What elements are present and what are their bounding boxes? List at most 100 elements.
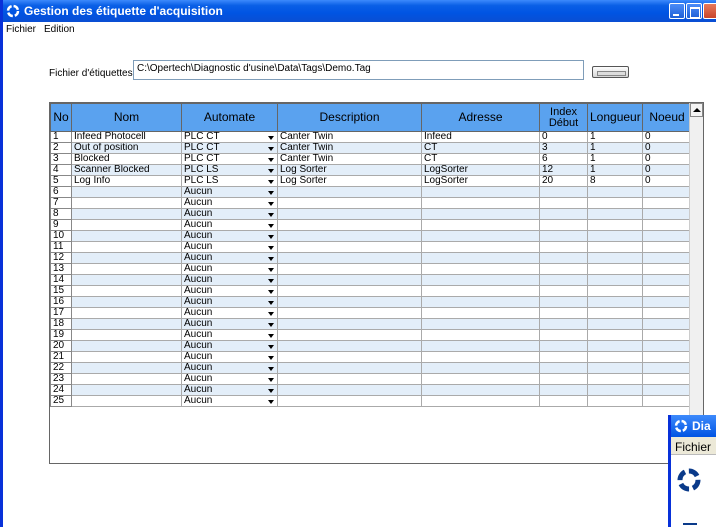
col-automate-cell[interactable]: Aucun: [181, 197, 278, 209]
col-adresse-cell[interactable]: [421, 340, 540, 352]
dropdown-arrow-icon[interactable]: [266, 276, 276, 285]
col-automate-cell[interactable]: PLC LS: [181, 164, 278, 176]
col-adresse-cell[interactable]: [421, 285, 540, 297]
col-nom-cell[interactable]: [71, 285, 182, 297]
col-index-debut-cell[interactable]: [539, 241, 588, 253]
col-no-cell[interactable]: 14: [50, 274, 72, 286]
col-index-debut-cell[interactable]: [539, 395, 588, 407]
dropdown-arrow-icon[interactable]: [266, 133, 276, 142]
col-description-cell[interactable]: [277, 219, 422, 231]
table-row[interactable]: 14 Aucun: [50, 274, 692, 286]
col-description-cell[interactable]: [277, 285, 422, 297]
dropdown-arrow-icon[interactable]: [266, 199, 276, 208]
col-longueur-cell[interactable]: [587, 219, 643, 231]
col-automate-cell[interactable]: Aucun: [181, 263, 278, 275]
col-longueur-cell[interactable]: 1: [587, 142, 643, 154]
col-nom-cell[interactable]: [71, 362, 182, 374]
col-longueur-cell[interactable]: [587, 296, 643, 308]
col-no-cell[interactable]: 2: [50, 142, 72, 154]
col-no-cell[interactable]: 25: [50, 395, 72, 407]
col-noeud-cell[interactable]: [642, 373, 692, 385]
col-automate-cell[interactable]: PLC CT: [181, 142, 278, 154]
table-row[interactable]: 1 Infeed Photocell PLC CT Canter Twin Infeed…: [50, 131, 692, 143]
col-adresse-cell[interactable]: CT: [421, 142, 540, 154]
col-no-cell[interactable]: 22: [50, 362, 72, 374]
col-description-cell[interactable]: [277, 230, 422, 242]
col-noeud-header[interactable]: Noeud: [642, 103, 692, 132]
col-adresse-cell[interactable]: [421, 186, 540, 198]
col-description-cell[interactable]: Canter Twin: [277, 142, 422, 154]
table-row[interactable]: 11 Aucun: [50, 241, 692, 253]
col-description-cell[interactable]: [277, 197, 422, 209]
table-row[interactable]: 24 Aucun: [50, 384, 692, 396]
col-index-debut-cell[interactable]: [539, 219, 588, 231]
col-no-cell[interactable]: 5: [50, 175, 72, 187]
dropdown-arrow-icon[interactable]: [266, 331, 276, 340]
table-row[interactable]: 8 Aucun: [50, 208, 692, 220]
col-longueur-cell[interactable]: 1: [587, 153, 643, 165]
table-row[interactable]: 18 Aucun: [50, 318, 692, 330]
col-adresse-cell[interactable]: [421, 307, 540, 319]
col-noeud-cell[interactable]: [642, 296, 692, 308]
dropdown-arrow-icon[interactable]: [266, 166, 276, 175]
col-description-cell[interactable]: [277, 274, 422, 286]
col-adresse-cell[interactable]: [421, 384, 540, 396]
col-index-debut-cell[interactable]: [539, 285, 588, 297]
col-no-cell[interactable]: 19: [50, 329, 72, 341]
col-no-cell[interactable]: 17: [50, 307, 72, 319]
col-description-cell[interactable]: [277, 340, 422, 352]
table-row[interactable]: 13 Aucun: [50, 263, 692, 275]
col-no-cell[interactable]: 23: [50, 373, 72, 385]
col-longueur-cell[interactable]: [587, 329, 643, 341]
col-longueur-cell[interactable]: [587, 373, 643, 385]
col-nom-cell[interactable]: Out of position: [71, 142, 182, 154]
col-noeud-cell[interactable]: [642, 186, 692, 198]
col-no-cell[interactable]: 3: [50, 153, 72, 165]
dropdown-arrow-icon[interactable]: [266, 353, 276, 362]
col-index-debut-cell[interactable]: [539, 274, 588, 286]
col-index-debut-cell[interactable]: [539, 197, 588, 209]
dropdown-arrow-icon[interactable]: [266, 210, 276, 219]
col-automate-cell[interactable]: Aucun: [181, 274, 278, 286]
col-index-debut-cell[interactable]: [539, 296, 588, 308]
col-description-cell[interactable]: [277, 318, 422, 330]
col-noeud-cell[interactable]: [642, 252, 692, 264]
col-index-debut-cell[interactable]: [539, 252, 588, 264]
col-adresse-cell[interactable]: Infeed: [421, 131, 540, 143]
col-adresse-cell[interactable]: [421, 318, 540, 330]
col-no-cell[interactable]: 12: [50, 252, 72, 264]
col-longueur-cell[interactable]: 1: [587, 164, 643, 176]
col-description-cell[interactable]: [277, 329, 422, 341]
scroll-up-icon[interactable]: [690, 103, 703, 117]
table-row[interactable]: 6 Aucun: [50, 186, 692, 198]
col-no-cell[interactable]: 4: [50, 164, 72, 176]
table-row[interactable]: 25 Aucun: [50, 395, 692, 407]
dropdown-arrow-icon[interactable]: [266, 144, 276, 153]
col-description-cell[interactable]: Log Sorter: [277, 164, 422, 176]
col-automate-cell[interactable]: PLC CT: [181, 131, 278, 143]
dropdown-arrow-icon[interactable]: [266, 397, 276, 406]
col-noeud-cell[interactable]: 0: [642, 175, 692, 187]
col-noeud-cell[interactable]: [642, 219, 692, 231]
col-nom-cell[interactable]: [71, 208, 182, 220]
col-nom-cell[interactable]: [71, 329, 182, 341]
col-automate-cell[interactable]: PLC CT: [181, 153, 278, 165]
dropdown-arrow-icon[interactable]: [266, 177, 276, 186]
col-index-debut-header[interactable]: Index Début: [539, 103, 588, 132]
col-noeud-cell[interactable]: [642, 329, 692, 341]
dropdown-arrow-icon[interactable]: [266, 232, 276, 241]
dropdown-arrow-icon[interactable]: [266, 386, 276, 395]
dropdown-arrow-icon[interactable]: [266, 298, 276, 307]
col-adresse-cell[interactable]: [421, 197, 540, 209]
close-button[interactable]: [703, 3, 716, 19]
col-adresse-cell[interactable]: [421, 329, 540, 341]
col-description-cell[interactable]: [277, 263, 422, 275]
col-nom-cell[interactable]: [71, 373, 182, 385]
col-noeud-cell[interactable]: [642, 340, 692, 352]
title-bar[interactable]: Gestion des étiquette d'acquisition: [3, 0, 716, 22]
table-row[interactable]: 4 Scanner Blocked PLC LS Log Sorter LogSorte…: [50, 164, 692, 176]
col-nom-cell[interactable]: Scanner Blocked: [71, 164, 182, 176]
col-adresse-cell[interactable]: [421, 351, 540, 363]
dropdown-arrow-icon[interactable]: [266, 254, 276, 263]
dropdown-arrow-icon[interactable]: [266, 287, 276, 296]
